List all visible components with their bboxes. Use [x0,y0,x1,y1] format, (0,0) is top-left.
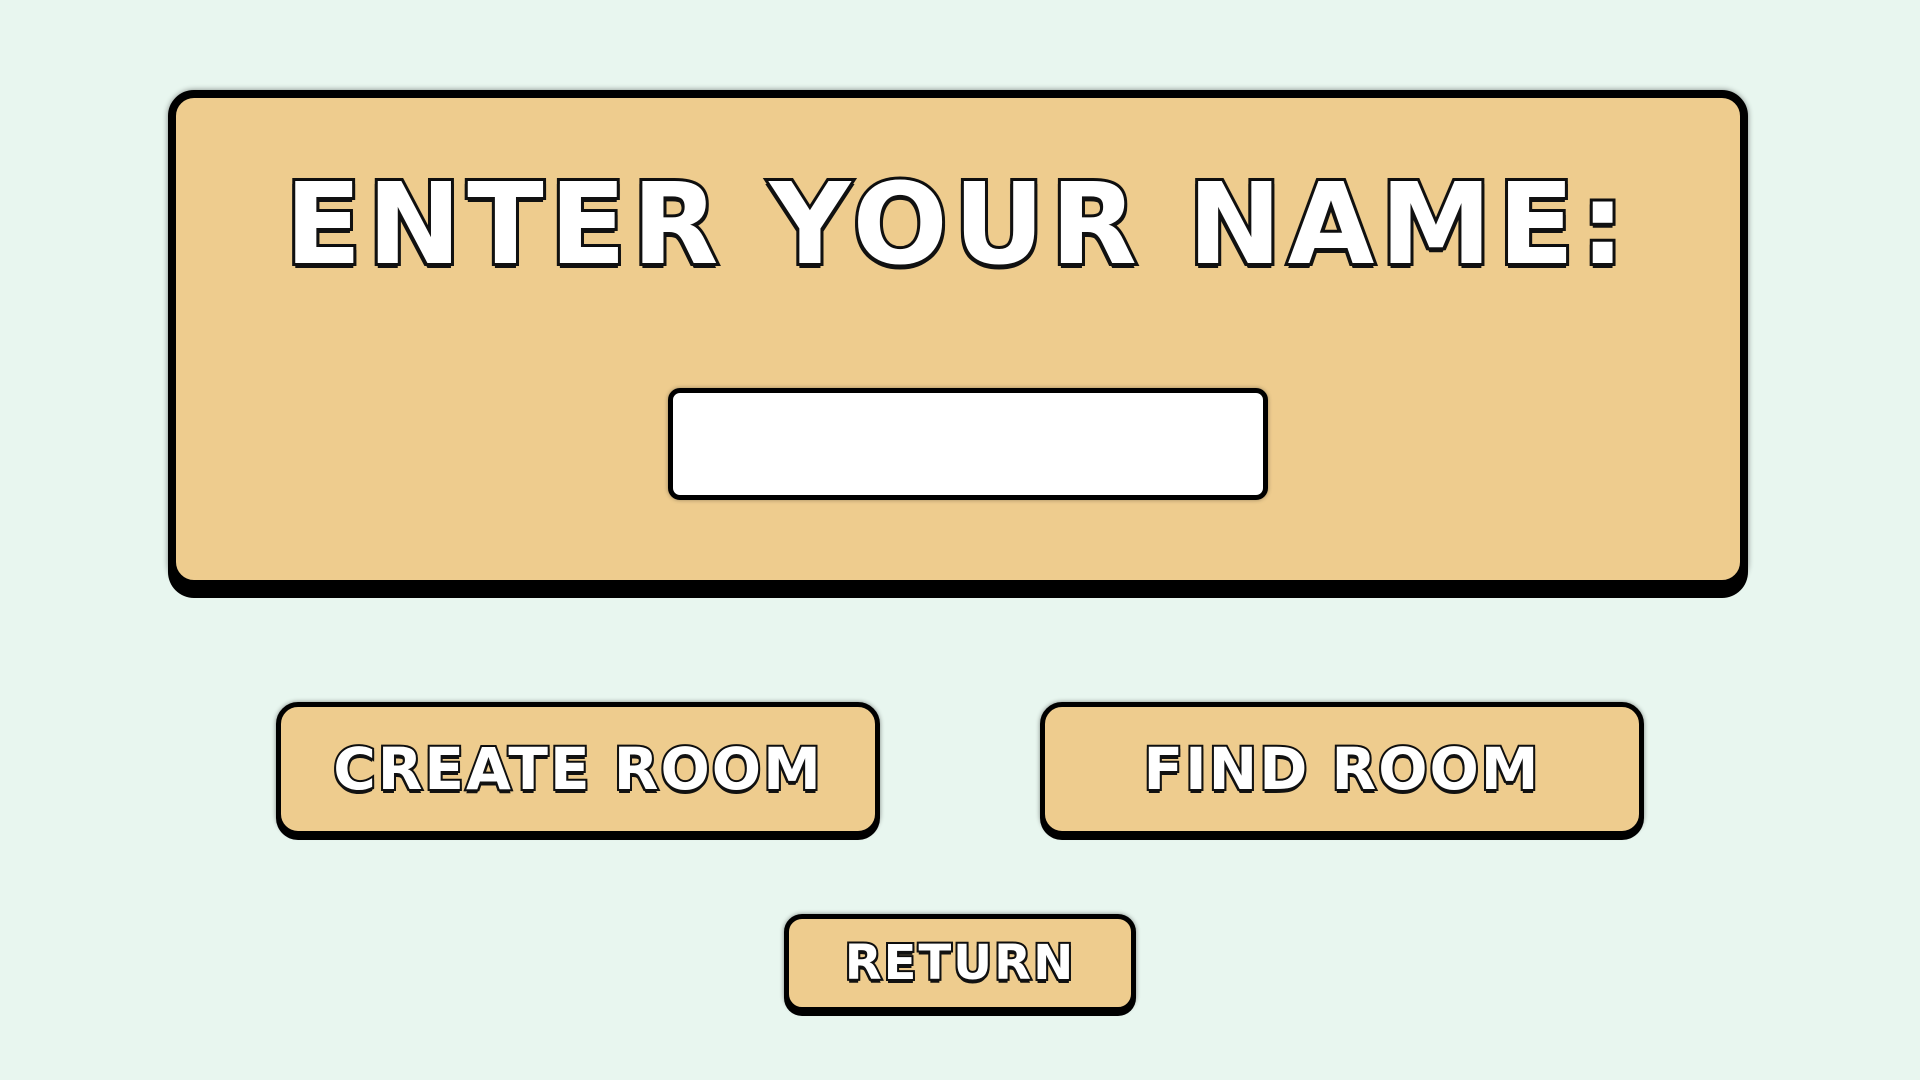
find-room-label: FIND ROOM [1141,733,1541,805]
player-name-input[interactable] [668,388,1268,500]
find-room-button[interactable]: FIND ROOM [1040,702,1644,836]
return-label: RETURN [843,933,1076,993]
return-button[interactable]: RETURN [784,914,1136,1012]
name-entry-panel: ENTER YOUR NAME: [168,90,1748,588]
create-room-button[interactable]: CREATE ROOM [276,702,880,836]
enter-name-title: ENTER YOUR NAME: [282,157,1632,293]
create-room-label: CREATE ROOM [331,733,823,805]
